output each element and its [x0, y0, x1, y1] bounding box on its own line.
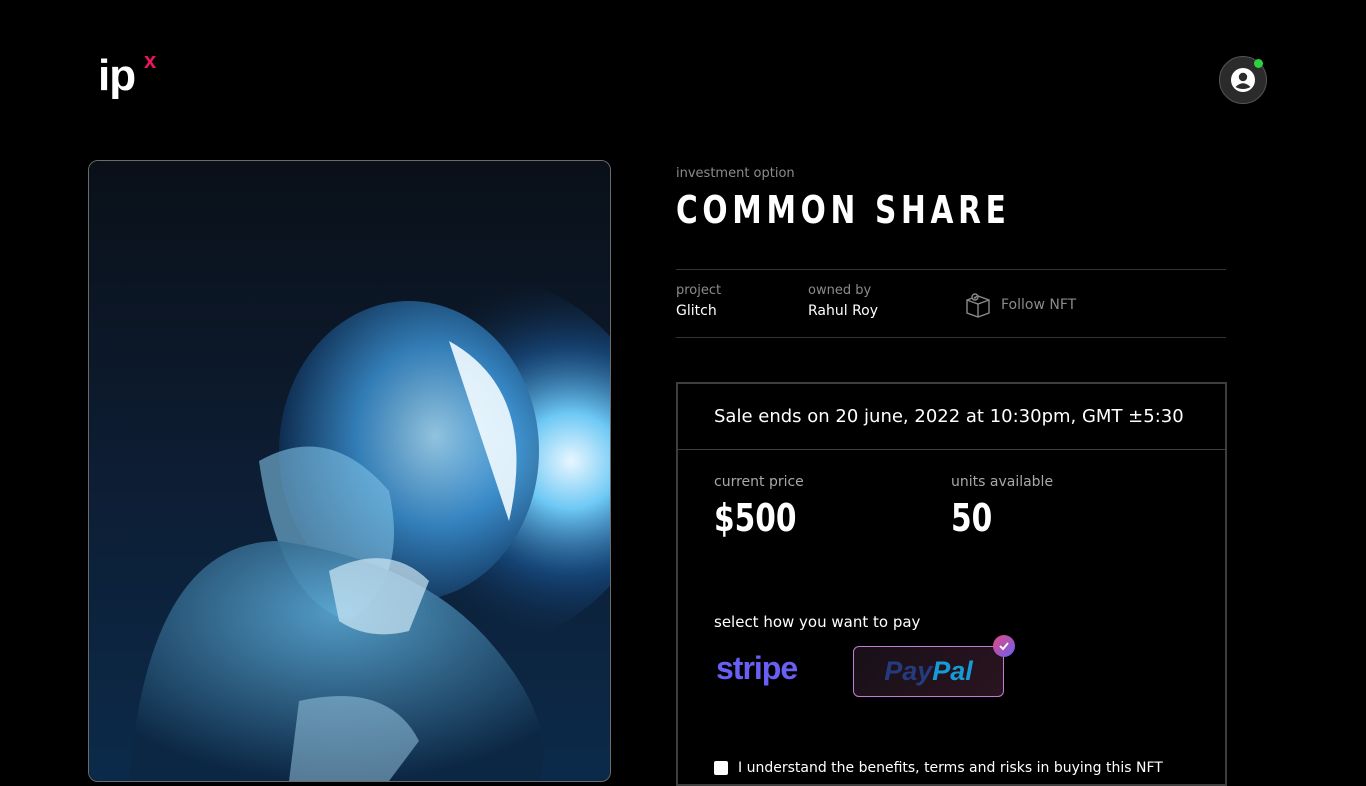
terms-checkbox[interactable] [714, 761, 728, 775]
nft-artwork-image [88, 160, 611, 782]
follow-nft-label: Follow NFT [1001, 297, 1077, 313]
paypal-option[interactable]: Pay Pal [853, 646, 1004, 697]
project-info: project Glitch [676, 283, 721, 319]
divider-bottom [676, 337, 1226, 338]
page-title: COMMON SHARE [676, 188, 1011, 232]
project-value[interactable]: Glitch [676, 303, 721, 319]
selected-check-icon [993, 635, 1015, 657]
sale-ends-text: Sale ends on 20 june, 2022 at 10:30pm, G… [678, 384, 1225, 450]
terms-agreement: I understand the benefits, terms and ris… [714, 760, 1163, 776]
owner-info: owned by Rahul Roy [808, 283, 878, 319]
terms-text: I understand the benefits, terms and ris… [738, 760, 1163, 776]
units-value: 50 [951, 496, 993, 540]
current-price: current price $500 [714, 474, 820, 540]
divider-top [676, 269, 1226, 270]
units-label: units available [951, 474, 1054, 490]
project-label: project [676, 283, 722, 298]
price-label: current price [714, 474, 804, 490]
online-status-dot [1254, 59, 1263, 68]
owner-label: owned by [808, 283, 872, 298]
logo-superscript: x [144, 48, 156, 73]
user-avatar-icon [1231, 68, 1255, 92]
units-available: units available 50 [951, 474, 1053, 540]
paypal-pal-text: Pal [932, 656, 973, 686]
stripe-option[interactable]: stripe [716, 650, 798, 687]
sale-panel: Sale ends on 20 june, 2022 at 10:30pm, G… [676, 382, 1227, 786]
price-value: $500 [714, 496, 797, 540]
owner-value[interactable]: Rahul Roy [808, 303, 878, 319]
follow-box-icon [966, 293, 990, 318]
paypal-pay-text: Pay [884, 656, 933, 686]
ipx-logo[interactable]: ip x [98, 50, 156, 100]
logo-text: ip [98, 51, 136, 100]
payment-method-label: select how you want to pay [714, 613, 921, 631]
investment-option-label: investment option [676, 166, 795, 181]
follow-nft-button[interactable]: Follow NFT [965, 292, 1076, 318]
